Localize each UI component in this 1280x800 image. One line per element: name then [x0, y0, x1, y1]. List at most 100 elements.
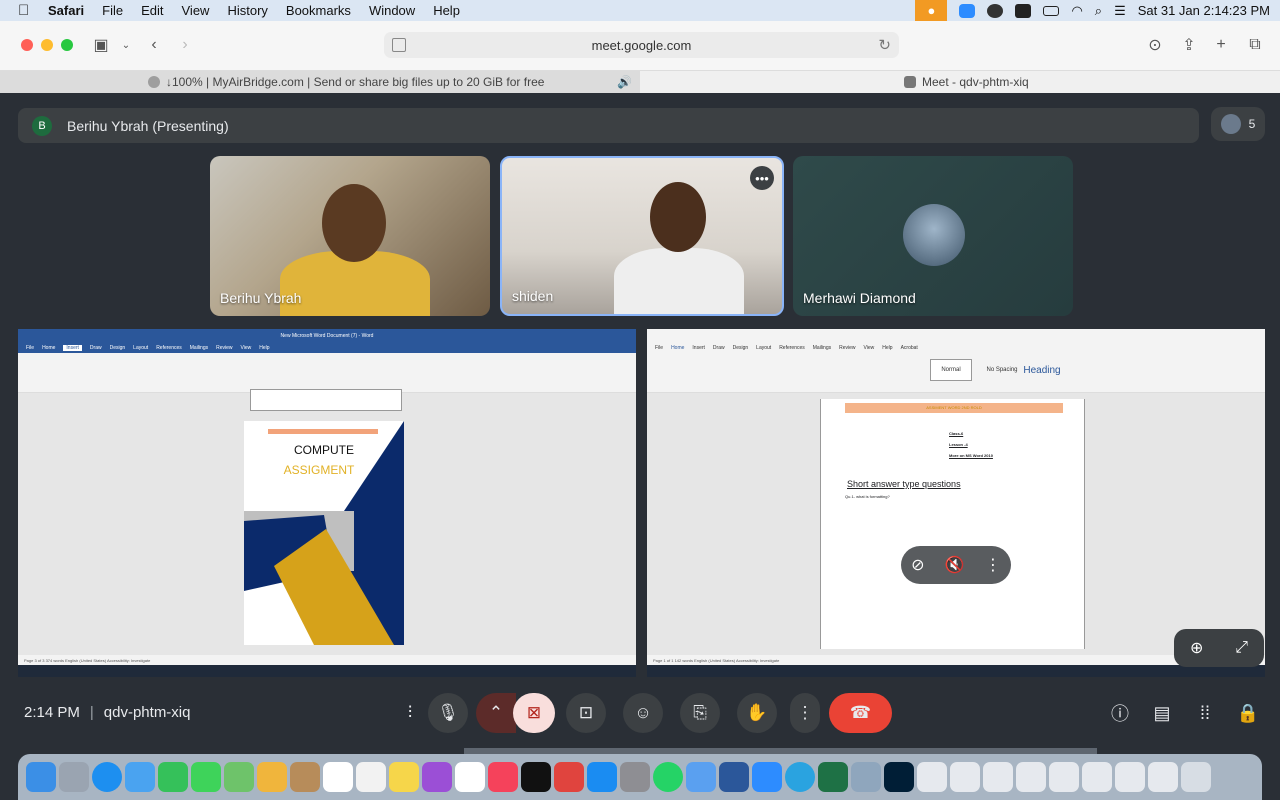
wifi-icon[interactable]: ◠	[1071, 3, 1082, 19]
tab-meet[interactable]: Meet - qdv-phtm-xiq	[640, 71, 1280, 93]
shared-screen-right[interactable]: File Home Insert Draw Design Layout Refe…	[647, 329, 1265, 677]
system-settings-icon[interactable]	[620, 762, 650, 792]
microphone-button[interactable]: 🎙	[428, 693, 468, 733]
contacts-icon[interactable]	[290, 762, 320, 792]
menubar-clock[interactable]: Sat 31 Jan 2:14:23 PM	[1138, 3, 1270, 18]
microphone-icon[interactable]: ●	[915, 0, 948, 21]
zoom-menubar-icon[interactable]	[959, 3, 976, 18]
notes-icon[interactable]	[389, 762, 419, 792]
new-tab-icon[interactable]: +	[1210, 35, 1232, 55]
whatsapp-icon[interactable]	[653, 762, 683, 792]
recent-window-icon[interactable]	[950, 762, 980, 792]
participant-tile[interactable]: Berihu Ybrah	[210, 156, 490, 316]
minimize-window-button[interactable]	[41, 39, 53, 51]
more-options-button[interactable]: ⋮	[790, 693, 820, 733]
freeform-icon[interactable]	[455, 762, 485, 792]
more-options-icon[interactable]: •••	[750, 166, 774, 190]
share-icon[interactable]: ⇪	[1178, 35, 1200, 55]
preview-icon[interactable]	[851, 762, 881, 792]
menu-bookmarks[interactable]: Bookmarks	[286, 3, 351, 18]
recent-window-icon[interactable]	[1016, 762, 1046, 792]
recent-window-icon[interactable]	[917, 762, 947, 792]
excel-icon[interactable]	[818, 762, 848, 792]
spotlight-icon[interactable]: ⌕	[1095, 3, 1102, 19]
downloads-icon[interactable]: ⊙	[1144, 35, 1166, 55]
recent-window-icon[interactable]	[1049, 762, 1079, 792]
app-status-icon[interactable]	[987, 3, 1004, 18]
menu-history[interactable]: History	[227, 3, 267, 18]
xcode-icon[interactable]	[686, 762, 716, 792]
page-menu-icon[interactable]	[392, 38, 406, 52]
photoshop-icon[interactable]	[884, 762, 914, 792]
menu-window[interactable]: Window	[369, 3, 415, 18]
menu-edit[interactable]: Edit	[141, 3, 163, 18]
word-title-bar: New Microsoft Word Document (7) - Word	[18, 329, 636, 342]
raise-hand-button[interactable]: ✋	[737, 693, 777, 733]
meeting-details-icon[interactable]: ⓘ	[1106, 701, 1134, 725]
launchpad-icon[interactable]	[59, 762, 89, 792]
messages-icon[interactable]	[191, 762, 221, 792]
present-screen-button[interactable]: ⊡	[566, 693, 606, 733]
tab-overview-icon[interactable]: ⧉	[1244, 35, 1266, 55]
word-icon[interactable]	[719, 762, 749, 792]
ribbon-tab: Insert	[692, 344, 705, 351]
reactions-button[interactable]: ☺	[623, 693, 663, 733]
recent-window-icon[interactable]	[1082, 762, 1112, 792]
calendar-icon[interactable]	[323, 762, 353, 792]
end-call-button[interactable]: ☎	[829, 693, 892, 733]
recent-window-icon[interactable]	[1148, 762, 1178, 792]
participant-tile[interactable]: Merhawi Diamond	[793, 156, 1073, 316]
sidebar-toggle-icon[interactable]: ▣	[90, 35, 112, 55]
facetime-icon[interactable]	[158, 762, 188, 792]
zoom-window-button[interactable]	[61, 39, 73, 51]
apple-icon[interactable]: 	[18, 2, 34, 19]
podcasts-icon[interactable]	[422, 762, 452, 792]
shared-screen-left[interactable]: New Microsoft Word Document (7) - Word F…	[18, 329, 636, 677]
menu-app-name[interactable]: Safari	[48, 3, 84, 18]
more-options-icon[interactable]: ⋮	[985, 555, 1001, 575]
battery-icon[interactable]	[1043, 5, 1060, 16]
fullscreen-icon[interactable]: ⤢	[1235, 639, 1248, 657]
telegram-icon[interactable]	[785, 762, 815, 792]
address-bar[interactable]: meet.google.com ↻	[384, 32, 899, 58]
zoom-icon[interactable]	[752, 762, 782, 792]
pdf-icon[interactable]	[554, 762, 584, 792]
app-store-icon[interactable]	[587, 762, 617, 792]
mute-audio-icon[interactable]: 🔇	[945, 555, 965, 575]
host-controls-icon[interactable]: 🔒	[1234, 701, 1262, 725]
participant-tile-active[interactable]: ••• shiden	[500, 156, 784, 316]
participants-button[interactable]: 5	[1211, 107, 1265, 141]
finder-icon[interactable]	[26, 762, 56, 792]
activities-icon[interactable]: ⁞⁞	[1191, 701, 1219, 725]
captions-button[interactable]: ⎘	[680, 693, 720, 733]
tv-icon[interactable]	[521, 762, 551, 792]
menu-file[interactable]: File	[102, 3, 123, 18]
reminders-icon[interactable]	[356, 762, 386, 792]
close-window-button[interactable]	[21, 39, 33, 51]
safari-icon[interactable]	[92, 762, 122, 792]
menu-help[interactable]: Help	[433, 3, 460, 18]
tab-myairbridge[interactable]: ↓100% | MyAirBridge.com | Send or share …	[0, 71, 640, 93]
maps-icon[interactable]	[224, 762, 254, 792]
speaker-icon[interactable]: 🔊	[617, 75, 632, 89]
menu-view[interactable]: View	[182, 3, 210, 18]
chevron-down-icon[interactable]: ⌄	[115, 35, 137, 55]
back-button[interactable]: ‹	[143, 35, 165, 55]
chat-icon[interactable]: ▤	[1148, 701, 1176, 725]
mail-icon[interactable]	[125, 762, 155, 792]
camera-off-button[interactable]: ⊠	[513, 693, 555, 733]
input-source-icon[interactable]	[1015, 3, 1032, 18]
control-center-icon[interactable]: ☰	[1114, 3, 1126, 19]
reload-icon[interactable]: ↻	[878, 36, 891, 54]
trash-icon[interactable]	[1181, 762, 1211, 792]
unpin-icon[interactable]: ⊘	[911, 555, 924, 575]
music-icon[interactable]	[488, 762, 518, 792]
photos-icon[interactable]	[257, 762, 287, 792]
zoom-in-icon[interactable]: ⊕	[1190, 638, 1203, 658]
word-canvas: ASSIMENT WORD 2ND ROLD Class-6 Lesson -4…	[647, 393, 1265, 655]
audio-level-icon[interactable]: ⫶	[392, 693, 428, 733]
camera-options-button[interactable]: ⌃	[476, 693, 516, 733]
recent-window-icon[interactable]	[983, 762, 1013, 792]
forward-button[interactable]: ›	[174, 35, 196, 55]
recent-window-icon[interactable]	[1115, 762, 1145, 792]
